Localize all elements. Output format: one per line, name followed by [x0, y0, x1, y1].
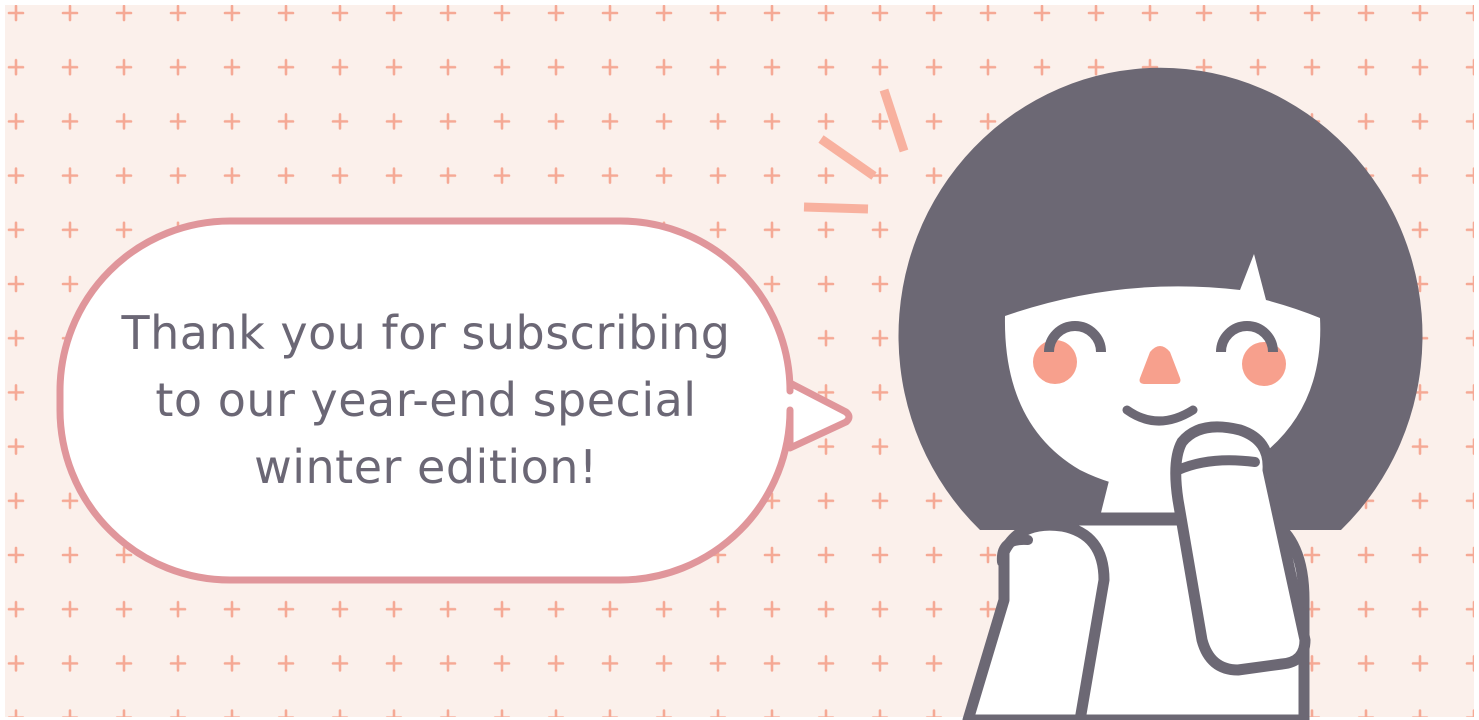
subscription-thank-you-banner: Thank you for subscribing to our year-en…: [0, 0, 1479, 720]
speech-bubble-message: Thank you for subscribing to our year-en…: [96, 300, 756, 501]
blush-left: [1033, 340, 1077, 384]
blush-right: [1242, 342, 1286, 386]
message-line-2: to our year-end special: [155, 373, 697, 427]
message-line-3: winter edition!: [254, 440, 598, 494]
message-line-1: Thank you for subscribing: [121, 306, 731, 360]
